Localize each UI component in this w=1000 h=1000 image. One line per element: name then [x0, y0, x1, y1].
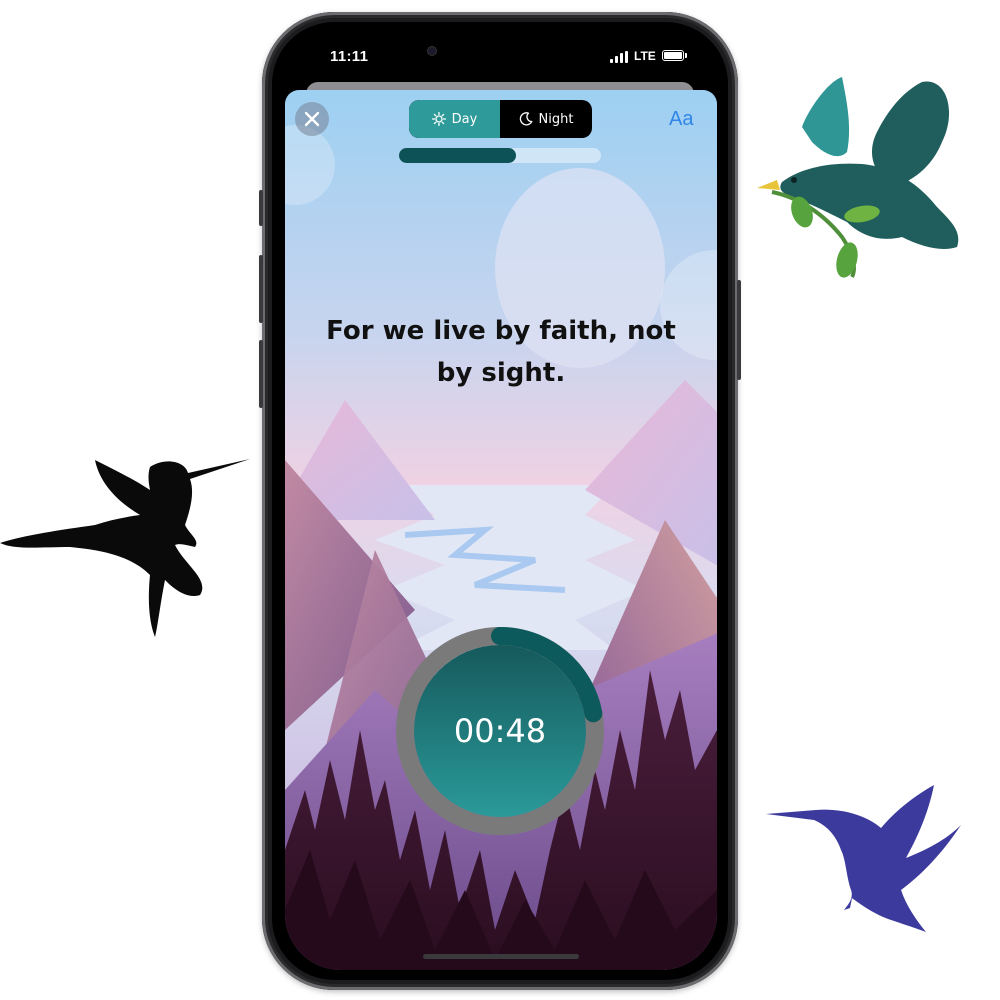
- day-option[interactable]: Day: [409, 100, 500, 138]
- close-button[interactable]: [295, 102, 329, 136]
- volume-down-button: [259, 340, 263, 408]
- volume-up-button: [259, 255, 263, 323]
- timer-time: 00:48: [453, 712, 547, 750]
- timer[interactable]: 00:48: [395, 626, 605, 836]
- font-size-button[interactable]: Aa: [669, 108, 693, 131]
- night-label: Night: [538, 111, 574, 127]
- session-progress-bar: [399, 148, 601, 163]
- front-camera: [428, 47, 436, 55]
- battery-icon: [662, 50, 684, 61]
- battery-tip: [685, 53, 687, 58]
- action-button: [259, 190, 263, 226]
- moon-icon: [519, 112, 532, 126]
- day-label: Day: [451, 111, 478, 127]
- signal-icon: [610, 51, 630, 63]
- dove-with-olive-branch-icon: [757, 77, 959, 278]
- blue-hummingbird-icon: [766, 785, 961, 932]
- home-indicator: [423, 954, 579, 959]
- status-bar: 11:11 LTE: [272, 22, 728, 82]
- network-label: LTE: [634, 49, 656, 63]
- session-progress-fill: [399, 148, 517, 163]
- landscape-background: [285, 90, 717, 970]
- verse-text: For we live by faith, not by sight.: [326, 316, 676, 388]
- night-option[interactable]: Night: [500, 100, 592, 138]
- status-time: 11:11: [330, 48, 369, 65]
- close-icon: [304, 111, 320, 127]
- black-hummingbird-icon: [0, 459, 250, 637]
- day-night-toggle: Day Night: [409, 100, 592, 138]
- power-button: [737, 280, 741, 380]
- sun-icon: [431, 112, 446, 126]
- app-screen: Day Night Aa For we live by faith, not b…: [285, 90, 717, 970]
